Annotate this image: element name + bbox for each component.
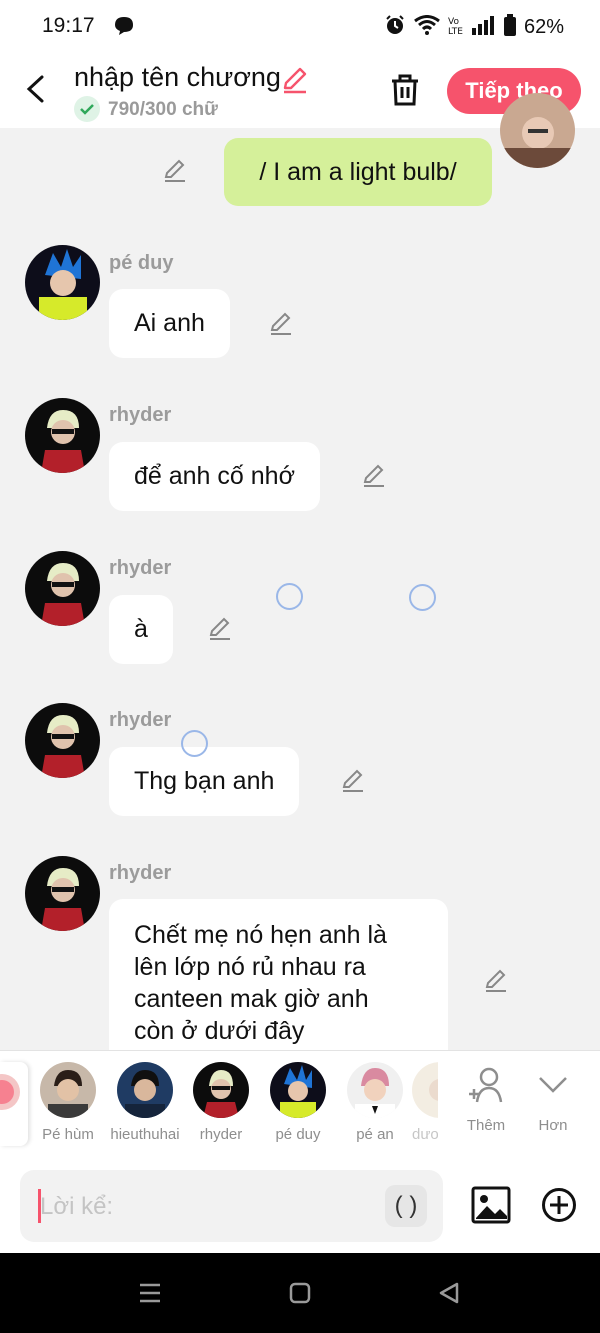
character-name: dươ [412, 1126, 438, 1143]
avatar-narrator[interactable] [500, 93, 575, 168]
character-item[interactable]: dươ [412, 1062, 438, 1143]
back-arrow-icon[interactable] [22, 74, 50, 109]
message-line: lên lớp nó rủ nhau ra [134, 953, 366, 981]
status-icons: Vo LTE 62% [384, 14, 564, 41]
character-avatar [193, 1062, 249, 1118]
message-bubble[interactable]: Thg bạn anh [109, 747, 300, 816]
add-person-icon [465, 1067, 507, 1110]
edit-pencil-icon[interactable] [268, 311, 294, 337]
message-bubble[interactable]: Ai anh [109, 289, 230, 358]
message-bubble[interactable]: để anh cố nhớ [109, 442, 320, 511]
edit-pencil-icon[interactable] [483, 968, 509, 994]
back-triangle-icon[interactable] [437, 1281, 461, 1310]
edit-pencil-icon[interactable] [361, 463, 387, 489]
avatar-rhyder[interactable] [25, 551, 100, 626]
sender-name: rhyder [109, 404, 172, 426]
parentheses-button[interactable]: ( ) [385, 1185, 427, 1227]
message-line: Chết mẹ nó hẹn anh là [134, 921, 387, 949]
edit-pencil-icon[interactable] [207, 616, 233, 642]
trash-icon[interactable] [389, 73, 421, 112]
check-icon [74, 96, 100, 122]
character-name: hieuthuhai [110, 1126, 180, 1143]
character-avatar [412, 1062, 438, 1118]
chapter-title[interactable]: nhập tên chương [74, 62, 281, 93]
character-name: pé an [356, 1126, 394, 1143]
status-time: 19:17 [42, 14, 95, 37]
character-name: Pé hùm [42, 1126, 94, 1143]
more-label: Hơn [538, 1117, 568, 1134]
edit-pencil-icon[interactable] [340, 768, 366, 794]
character-avatar [117, 1062, 173, 1118]
avatar-rhyder[interactable] [25, 856, 100, 931]
character-item[interactable]: pé an [340, 1062, 410, 1143]
character-name: pé duy [275, 1126, 321, 1143]
edit-pencil-icon[interactable] [162, 158, 188, 184]
character-item[interactable]: Pé hùm [33, 1062, 103, 1143]
image-icon[interactable] [471, 1186, 511, 1229]
volte-icon: Vo LTE [448, 15, 464, 40]
narration-placeholder: Lời kể: [40, 1193, 114, 1220]
touch-indicator [181, 730, 208, 757]
touch-indicator [276, 583, 303, 610]
message-line: canteen mak giờ anh [134, 985, 369, 1013]
svg-text:LTE: LTE [448, 27, 463, 35]
add-circle-icon[interactable] [541, 1187, 577, 1228]
chevron-down-icon [535, 1077, 571, 1110]
character-name: rhyder [199, 1126, 243, 1143]
touch-indicator [409, 584, 436, 611]
wifi-icon [414, 15, 440, 40]
sender-name: rhyder [109, 709, 172, 731]
word-count: 790/300 chữ [108, 99, 218, 120]
menu-icon[interactable] [138, 1282, 162, 1309]
sender-name: rhyder [109, 862, 172, 884]
character-item[interactable]: pé duy [263, 1062, 333, 1143]
message-bubble[interactable]: / I am a light bulb/ [224, 138, 492, 206]
more-button[interactable]: Hơn [527, 1064, 579, 1134]
avatar-rhyder[interactable] [25, 398, 100, 473]
pencil-icon[interactable] [281, 66, 309, 99]
scroll-edge-avatar[interactable] [0, 1062, 28, 1146]
avatar-pe-duy[interactable] [25, 245, 100, 320]
character-avatar [347, 1062, 403, 1118]
character-item[interactable]: hieuthuhai [110, 1062, 180, 1143]
battery-icon [504, 14, 516, 41]
alarm-icon [384, 14, 406, 41]
message-bubble[interactable]: Chết mẹ nó hẹn anh là lên lớp nó rủ nhau… [109, 899, 448, 1069]
character-item[interactable]: rhyder [186, 1062, 256, 1143]
sender-name: pé duy [109, 252, 174, 274]
character-avatar [40, 1062, 96, 1118]
add-character-label: Thêm [466, 1117, 506, 1134]
chat-notification-icon [113, 16, 135, 41]
add-character-button[interactable]: Thêm [456, 1064, 516, 1134]
sender-name: rhyder [109, 557, 172, 579]
message-bubble[interactable]: à [109, 595, 173, 664]
message-line: còn ở dưới đây [134, 1017, 305, 1045]
character-avatar [270, 1062, 326, 1118]
battery-percent: 62% [524, 16, 565, 38]
avatar-rhyder[interactable] [25, 703, 100, 778]
svg-text:Vo: Vo [448, 17, 459, 27]
signal-icon [472, 15, 496, 40]
home-icon[interactable] [288, 1282, 312, 1309]
